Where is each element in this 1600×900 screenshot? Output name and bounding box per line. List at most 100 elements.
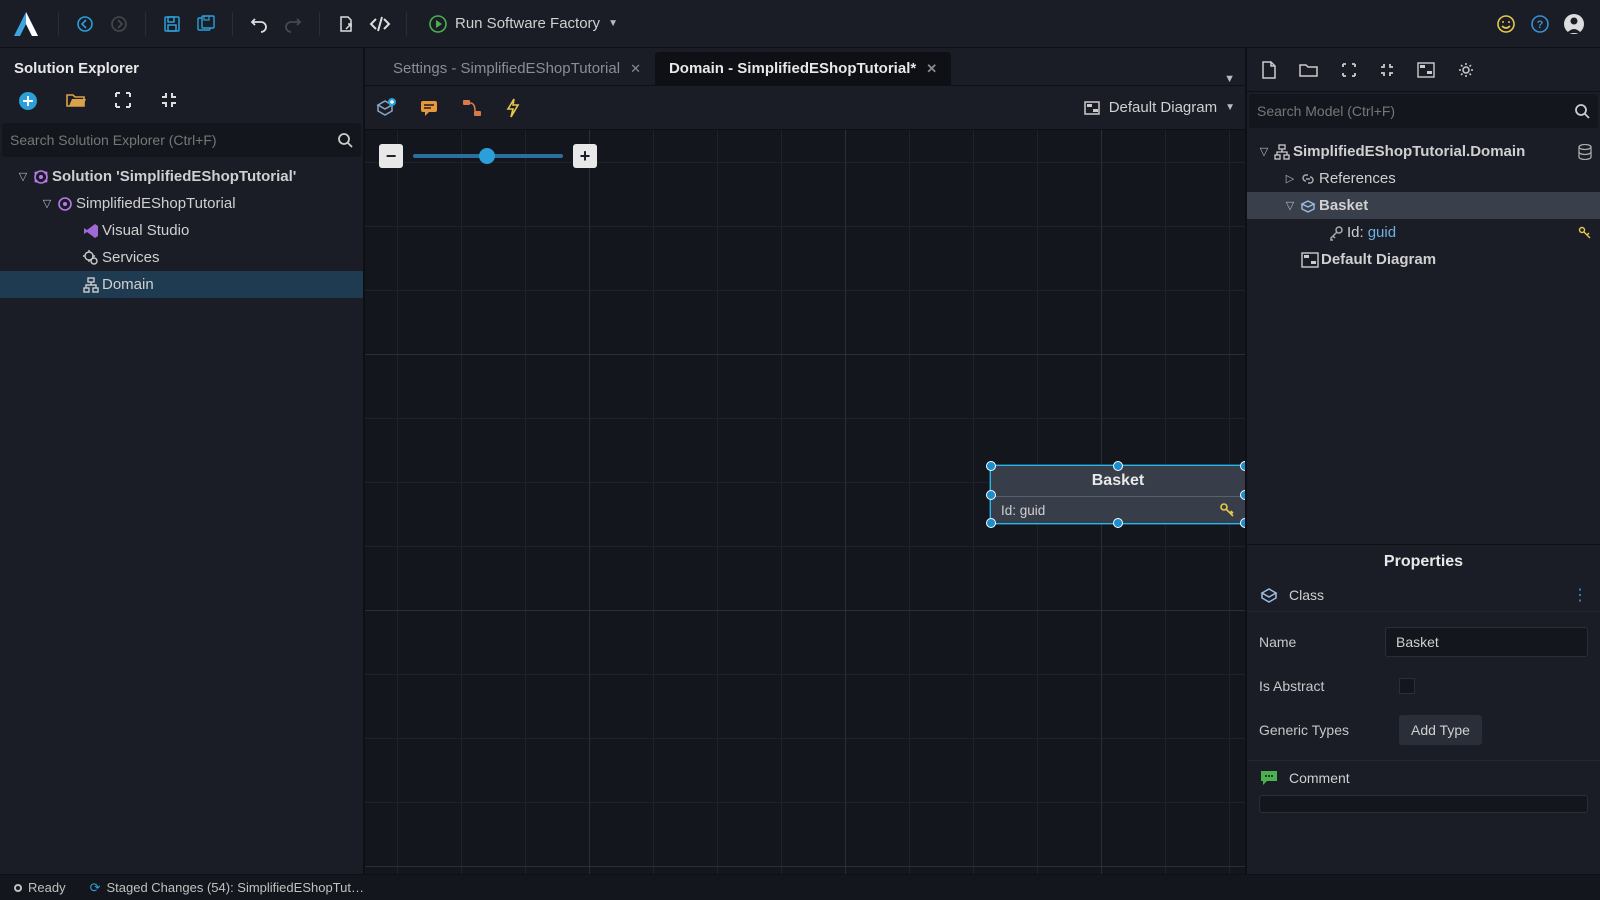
diagram-canvas[interactable]: − + Basket Id: guid [365, 130, 1245, 874]
project-icon [54, 195, 76, 213]
tab-overflow-button[interactable]: ▼ [1224, 73, 1235, 85]
item-label: Domain [102, 276, 154, 293]
class-icon [1259, 585, 1279, 605]
model-toolbar [1247, 48, 1600, 92]
zoom-out-button[interactable]: − [379, 144, 403, 168]
attribute-label: Id: guid [1001, 503, 1045, 518]
model-basket[interactable]: ▽ Basket [1247, 192, 1600, 219]
expand-all-button[interactable] [114, 91, 132, 111]
prop-abstract-checkbox[interactable] [1399, 678, 1415, 694]
prop-generic-row: Generic Types Add Type [1259, 708, 1588, 752]
add-class-button[interactable] [375, 97, 397, 119]
model-default-diagram[interactable]: Default Diagram [1247, 246, 1600, 273]
open-folder-button[interactable] [66, 91, 86, 111]
tab-settings[interactable]: Settings - SimplifiedEShopTutorial ✕ [379, 52, 655, 85]
class-icon [1297, 197, 1319, 215]
domain-icon [80, 276, 102, 294]
new-file-button[interactable] [1261, 60, 1277, 80]
solution-node[interactable]: ▽ Solution 'SimplifiedEShopTutorial' [0, 163, 363, 190]
model-search[interactable] [1249, 94, 1598, 128]
add-event-button[interactable] [505, 97, 521, 119]
tree-item-visual-studio[interactable]: Visual Studio [0, 217, 363, 244]
model-root[interactable]: ▽ SimplifiedEShopTutorial.Domain [1247, 138, 1600, 165]
search-icon [1574, 103, 1590, 119]
caret-icon: ▽ [1283, 199, 1297, 212]
prop-abstract-row: Is Abstract [1259, 664, 1588, 708]
zoom-control: − + [379, 144, 597, 168]
diagram-selector[interactable]: Default Diagram ▼ [1083, 99, 1235, 117]
redo-button[interactable] [279, 10, 307, 38]
chevron-down-icon: ▼ [1225, 102, 1235, 113]
comment-label: Comment [1289, 770, 1350, 786]
diagram-label: Default Diagram [1109, 99, 1217, 116]
tree-item-services[interactable]: Services [0, 244, 363, 271]
diagram-icon [1083, 99, 1101, 117]
model-references[interactable]: ▷ References [1247, 165, 1600, 192]
tab-domain[interactable]: Domain - SimplifiedEShopTutorial* ✕ [655, 52, 951, 85]
solution-explorer-panel: Solution Explorer ▽ Solution 'Simplified… [0, 48, 365, 874]
domain-icon [1271, 143, 1293, 161]
caret-icon: ▽ [16, 170, 30, 183]
save-button[interactable] [158, 10, 186, 38]
forward-button[interactable] [105, 10, 133, 38]
properties-title: Properties [1247, 545, 1600, 579]
code-button[interactable] [366, 10, 394, 38]
tree-item-domain[interactable]: Domain [0, 271, 363, 298]
prop-name-label: Name [1259, 634, 1385, 650]
id-type[interactable]: guid [1368, 224, 1396, 241]
back-button[interactable] [71, 10, 99, 38]
help-button[interactable]: ? [1526, 10, 1554, 38]
collapse-all-button[interactable] [160, 91, 178, 111]
close-icon[interactable]: ✕ [630, 61, 641, 77]
settings-button[interactable] [1457, 61, 1475, 79]
model-tree: ▽ SimplifiedEShopTutorial.Domain ▷ Refer… [1247, 134, 1600, 273]
status-staged-changes[interactable]: ⟳Staged Changes (54): SimplifiedEShopTut… [90, 880, 364, 896]
project-node[interactable]: ▽ SimplifiedEShopTutorial [0, 190, 363, 217]
zoom-slider[interactable] [413, 154, 563, 158]
zoom-thumb[interactable] [479, 148, 495, 164]
diagram-view-button[interactable] [1417, 62, 1435, 78]
class-label: Class [1289, 587, 1324, 603]
properties-panel: Properties Class ⋮ Name Is Abstract Gene… [1247, 544, 1600, 874]
key-icon [1219, 502, 1235, 518]
open-folder-button[interactable] [1299, 62, 1319, 78]
add-comment-button[interactable] [419, 98, 439, 118]
run-software-factory-button[interactable]: Run Software Factory ▼ [419, 8, 628, 40]
model-panel: ▽ SimplifiedEShopTutorial.Domain ▷ Refer… [1245, 48, 1600, 874]
link-icon [1297, 171, 1319, 187]
prop-generic-label: Generic Types [1259, 722, 1399, 738]
basket-label: Basket [1319, 197, 1368, 214]
add-button[interactable] [18, 91, 38, 111]
collapse-all-button[interactable] [1379, 62, 1395, 78]
play-icon [429, 15, 447, 33]
solution-search-input[interactable] [10, 132, 337, 148]
comment-textarea[interactable] [1259, 795, 1588, 813]
entity-basket[interactable]: Basket Id: guid [990, 465, 1245, 524]
model-root-label: SimplifiedEShopTutorial.Domain [1293, 143, 1525, 160]
save-all-button[interactable] [192, 10, 220, 38]
model-id-attribute[interactable]: Id: guid [1247, 219, 1600, 246]
export-button[interactable] [332, 10, 360, 38]
status-ready: Ready [14, 880, 66, 895]
account-button[interactable] [1560, 10, 1588, 38]
solution-icon [30, 168, 52, 186]
zoom-in-button[interactable]: + [573, 144, 597, 168]
feedback-button[interactable] [1492, 10, 1520, 38]
close-icon[interactable]: ✕ [926, 61, 937, 77]
props-menu-button[interactable]: ⋮ [1572, 585, 1588, 605]
database-icon [1578, 144, 1592, 160]
comment-section: Comment [1247, 760, 1600, 795]
prop-abstract-label: Is Abstract [1259, 678, 1399, 694]
solution-search[interactable] [2, 123, 361, 157]
undo-button[interactable] [245, 10, 273, 38]
add-relation-button[interactable] [461, 98, 483, 118]
canvas-toolbar: Default Diagram ▼ [365, 86, 1245, 130]
item-label: Visual Studio [102, 222, 189, 239]
expand-all-button[interactable] [1341, 62, 1357, 78]
services-icon [80, 249, 102, 267]
svg-text:?: ? [1537, 19, 1544, 31]
add-type-button[interactable]: Add Type [1399, 715, 1482, 745]
model-search-input[interactable] [1257, 103, 1574, 119]
prop-name-input[interactable] [1385, 627, 1588, 657]
solution-label: Solution 'SimplifiedEShopTutorial' [52, 168, 296, 185]
